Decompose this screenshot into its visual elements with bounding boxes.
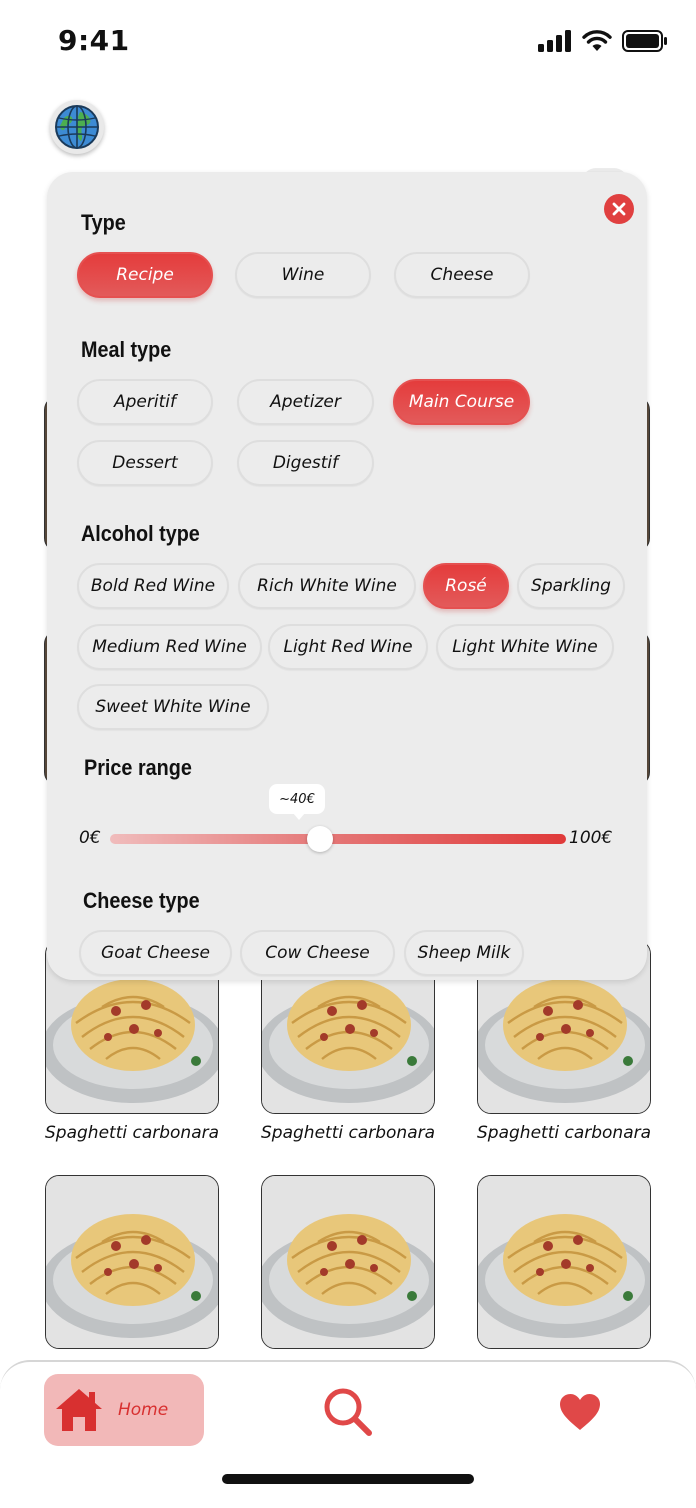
nav-search[interactable] [322,1386,374,1438]
status-icons [538,30,668,52]
dish-name: Spaghetti carbonara [477,1123,652,1143]
chip-alcohol-rose[interactable]: Rosé [423,563,509,609]
signal-icon [538,30,571,52]
close-button[interactable] [604,194,634,224]
price-range-title: Price range [84,755,192,780]
chip-cheese-sheep[interactable]: Sheep Milk [404,930,524,976]
price-max-label: 100€ [569,828,613,848]
dish-name: Spaghetti carbonara [261,1123,436,1143]
search-icon [324,1388,372,1436]
dish-image [45,1175,219,1349]
chip-alcohol-bold-red[interactable]: Bold Red Wine [77,563,229,609]
chip-alcohol-light-red[interactable]: Light Red Wine [268,624,428,670]
nav-favorites[interactable] [558,1392,602,1432]
chip-type-recipe[interactable]: Recipe [77,252,213,298]
cheese-type-title: Cheese type [83,888,200,913]
language-button[interactable] [50,100,104,154]
alcohol-type-title: Alcohol type [81,521,200,546]
bottom-nav: Home [0,1360,696,1508]
home-icon [56,1389,102,1431]
chip-alcohol-sparkling[interactable]: Sparkling [517,563,625,609]
globe-icon [55,105,99,149]
nav-home[interactable]: Home [44,1374,204,1446]
chip-alcohol-medium-red[interactable]: Medium Red Wine [77,624,262,670]
result-card[interactable] [261,1175,435,1358]
dish-image [477,1175,651,1349]
chip-meal-dessert[interactable]: Dessert [77,440,213,486]
dish-name: Spaghetti carbonara [45,1123,220,1143]
chip-alcohol-rich-white[interactable]: Rich White Wine [238,563,416,609]
result-card[interactable] [477,1175,651,1358]
heart-icon [560,1394,600,1430]
chip-meal-main-course[interactable]: Main Course [393,379,530,425]
price-slider-track[interactable] [110,834,566,844]
status-time: 9:41 [58,24,130,57]
close-icon [612,202,626,216]
wifi-icon [582,30,612,51]
chip-meal-digestif[interactable]: Digestif [237,440,374,486]
dish-image [261,1175,435,1349]
price-slider-thumb[interactable] [307,826,333,852]
chip-cheese-cow[interactable]: Cow Cheese [240,930,395,976]
price-value-tooltip: ~40€ [269,784,325,820]
home-indicator [222,1474,474,1484]
chip-type-cheese[interactable]: Cheese [394,252,530,298]
chip-cheese-goat[interactable]: Goat Cheese [79,930,232,976]
battery-icon [622,30,667,52]
status-bar: 9:41 [0,0,696,86]
type-title: Type [81,210,126,235]
chip-alcohol-sweet-white[interactable]: Sweet White Wine [77,684,269,730]
result-card[interactable] [45,1175,219,1358]
chip-alcohol-light-white[interactable]: Light White Wine [436,624,614,670]
meal-type-title: Meal type [81,337,172,362]
filter-panel: Type Recipe Wine Cheese Meal type Aperit… [47,172,647,980]
chip-meal-apetizer[interactable]: Apetizer [237,379,374,425]
chip-type-wine[interactable]: Wine [235,252,371,298]
nav-home-label: Home [118,1400,169,1420]
chip-meal-aperitif[interactable]: Aperitif [77,379,213,425]
price-min-label: 0€ [79,828,101,848]
